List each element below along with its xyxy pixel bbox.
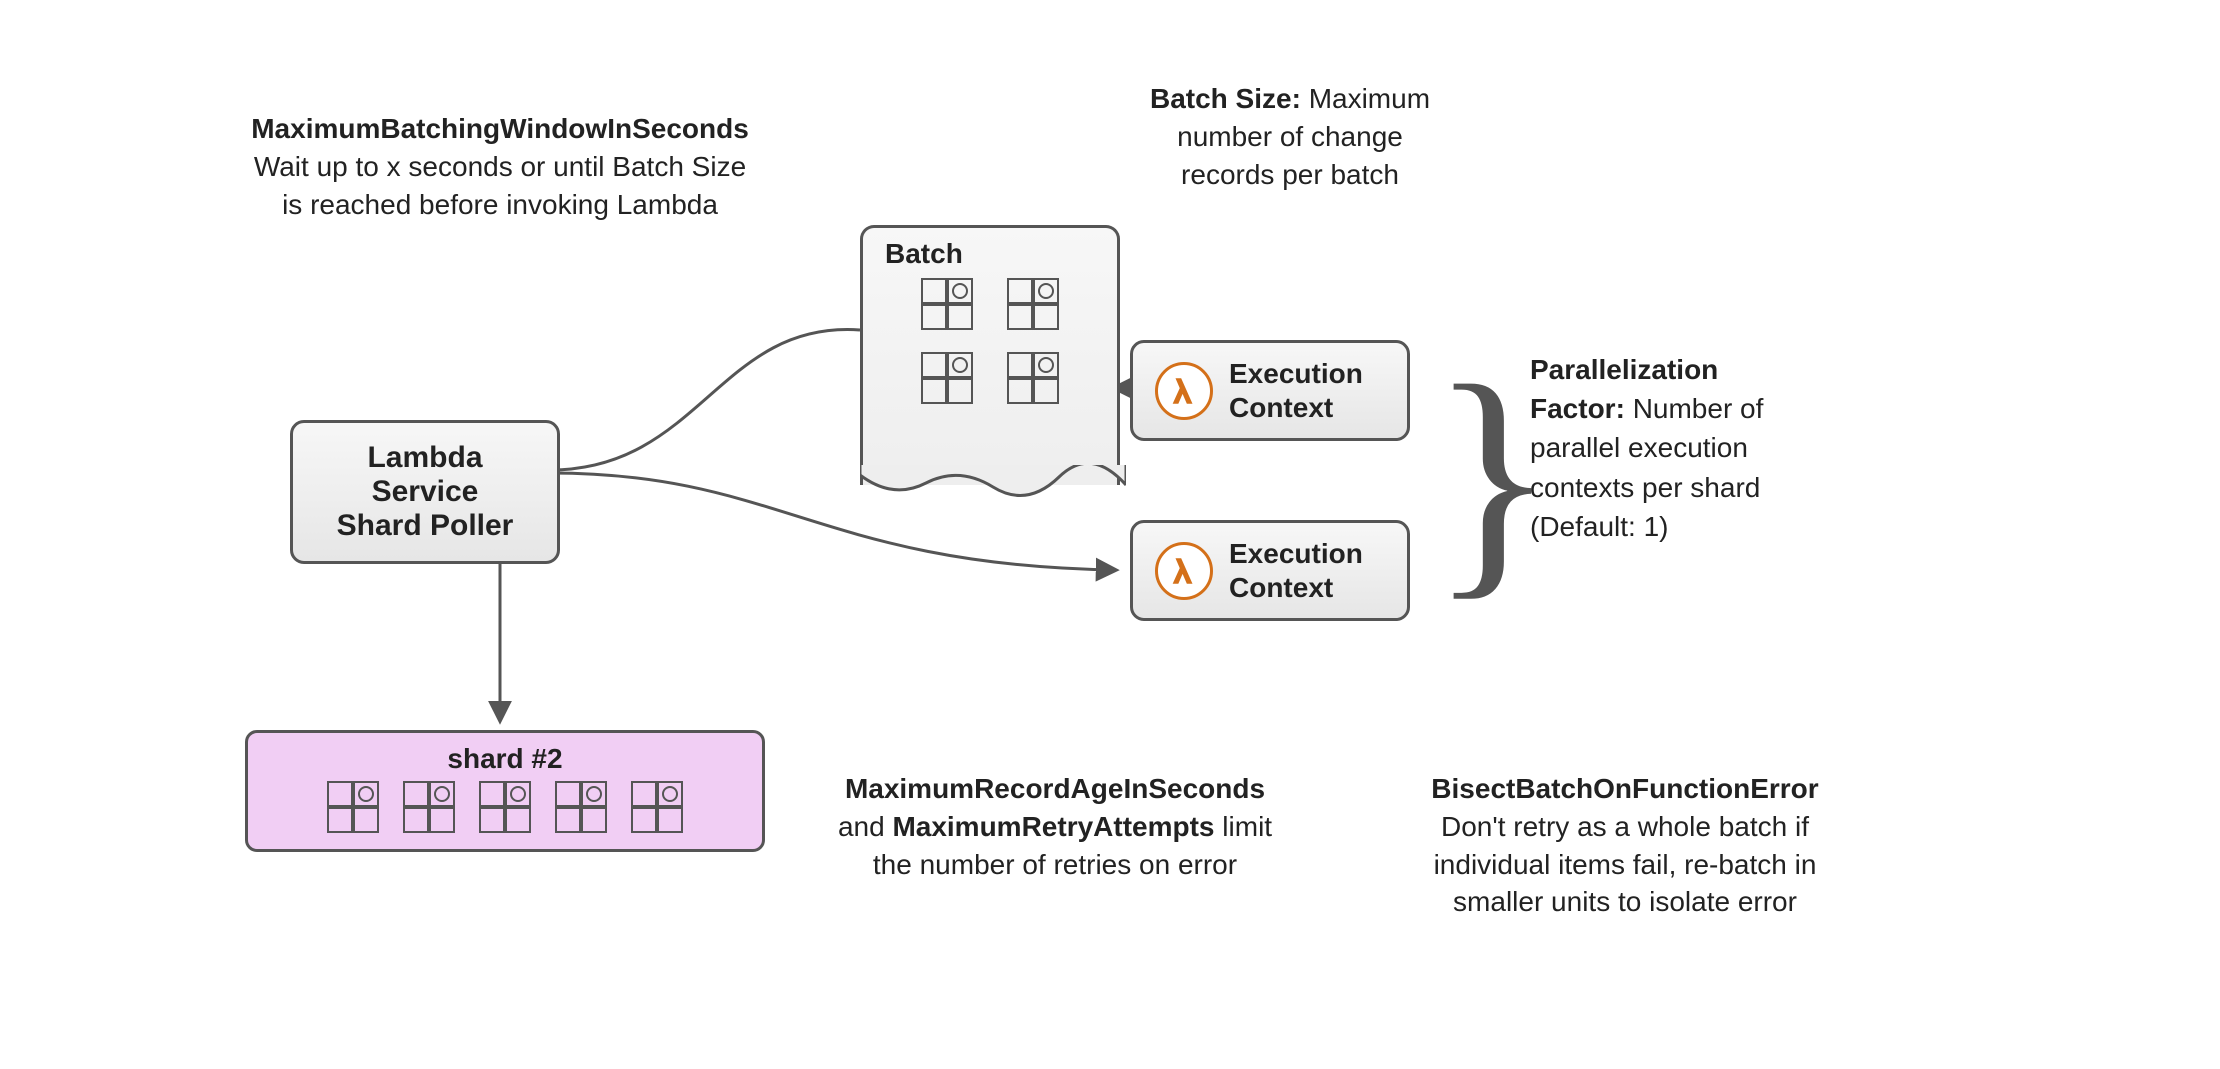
bisect-desc1: Don't retry as a whole batch if	[1441, 811, 1809, 842]
bisect-desc2: individual items fail, re-batch in	[1434, 849, 1817, 880]
poller-line1: Lambda Service	[313, 441, 537, 509]
batch-size-desc1: Maximum	[1309, 83, 1430, 114]
batch-record	[921, 278, 973, 330]
batch-record	[1007, 352, 1059, 404]
batching-window-desc2: is reached before invoking Lambda	[282, 189, 718, 220]
batching-window-title: MaximumBatchingWindowInSeconds	[251, 113, 749, 144]
retries-desc2: the number of retries on error	[873, 849, 1237, 880]
annotation-batching-window: MaximumBatchingWindowInSeconds Wait up t…	[150, 110, 850, 223]
execution-context-1: Execution Context	[1130, 340, 1410, 441]
retries-title2: MaximumRetryAttempts	[892, 811, 1214, 842]
para-desc4: (Default: 1)	[1530, 511, 1669, 542]
para-desc2: parallel execution	[1530, 432, 1748, 463]
retries-title1: MaximumRecordAgeInSeconds	[845, 773, 1265, 804]
para-title2: Factor:	[1530, 393, 1625, 424]
batch-size-desc2: number of change	[1177, 121, 1403, 152]
shard-label: shard #2	[260, 743, 750, 775]
shard-record	[631, 781, 683, 833]
shard-records	[260, 781, 750, 833]
shard-poller-box: Lambda Service Shard Poller	[290, 420, 560, 564]
lambda-icon	[1155, 542, 1213, 600]
shard-record	[479, 781, 531, 833]
annotation-retries: MaximumRecordAgeInSeconds and MaximumRet…	[800, 770, 1310, 883]
batching-window-desc1: Wait up to x seconds or until Batch Size	[254, 151, 746, 182]
batch-box: Batch	[860, 225, 1120, 485]
annotation-parallelization: Parallelization Factor: Number of parall…	[1530, 350, 1850, 546]
bisect-desc3: smaller units to isolate error	[1453, 886, 1797, 917]
para-desc3: contexts per shard	[1530, 472, 1760, 503]
retries-joiner: and	[838, 811, 885, 842]
batch-record	[921, 352, 973, 404]
para-title: Parallelization	[1530, 354, 1718, 385]
execution-context-2: Execution Context	[1130, 520, 1410, 621]
lambda-icon	[1155, 362, 1213, 420]
shard-record	[327, 781, 379, 833]
retries-desc1: limit	[1222, 811, 1272, 842]
batch-record	[1007, 278, 1059, 330]
batch-torn-edge	[860, 465, 1126, 505]
batch-size-title: Batch Size:	[1150, 83, 1301, 114]
exec-label: Execution Context	[1229, 357, 1363, 424]
poller-line2: Shard Poller	[313, 509, 537, 543]
batch-records	[877, 278, 1103, 404]
annotation-bisect: BisectBatchOnFunctionError Don't retry a…	[1390, 770, 1860, 921]
shard-record	[403, 781, 455, 833]
exec-label: Execution Context	[1229, 537, 1363, 604]
annotation-batch-size: Batch Size: Maximum number of change rec…	[1120, 80, 1460, 193]
shard-box: shard #2	[245, 730, 765, 852]
batch-size-desc3: records per batch	[1181, 159, 1399, 190]
bisect-title: BisectBatchOnFunctionError	[1431, 773, 1818, 804]
batch-label: Batch	[877, 238, 1103, 270]
para-desc1: Number of	[1633, 393, 1764, 424]
shard-record	[555, 781, 607, 833]
